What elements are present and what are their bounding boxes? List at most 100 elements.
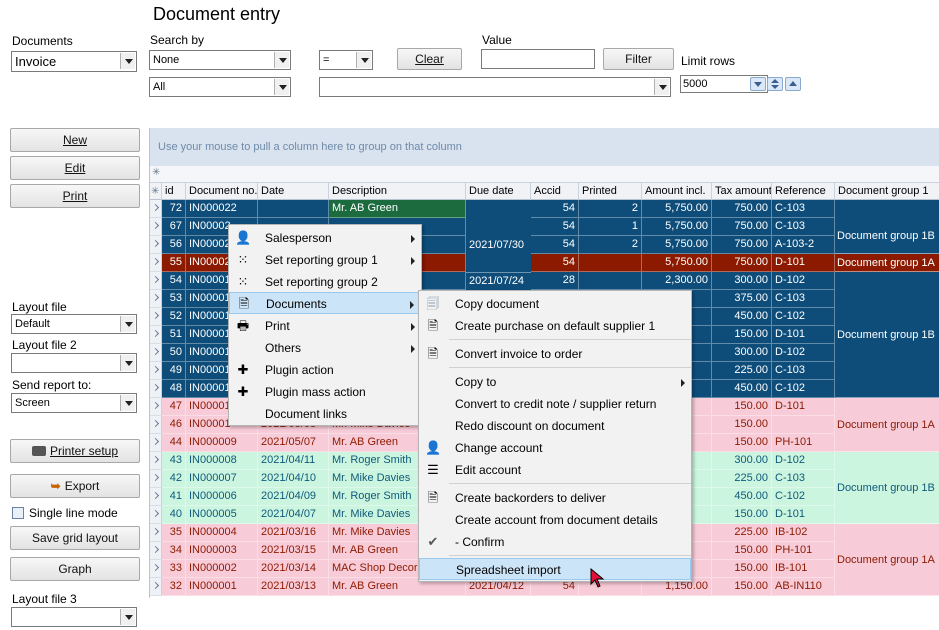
documents-select[interactable]: Invoice [11, 51, 137, 72]
layout-file3-select[interactable] [11, 607, 137, 627]
filter-row[interactable]: ✳ [150, 166, 939, 183]
limit-rows-down-icon[interactable] [750, 77, 766, 91]
row-selector[interactable] [150, 452, 162, 470]
export-button[interactable]: ➥ Export [10, 474, 140, 498]
row-selector[interactable] [150, 524, 162, 542]
menu-item-create-account-from-document[interactable]: Create account from document details [419, 509, 691, 531]
layout-file-select[interactable]: Default [11, 314, 137, 334]
menu-item-print[interactable]: 🖶 Print [229, 315, 421, 337]
row-selector[interactable] [150, 398, 162, 416]
header-id[interactable]: id [162, 183, 186, 200]
row-selector[interactable] [150, 344, 162, 362]
menu-item-documents[interactable]: 🗎 Documents [229, 292, 421, 314]
row-selector[interactable] [150, 218, 162, 236]
header-document-group-1[interactable]: Document group 1 [835, 183, 939, 200]
table-cell-tax: 450.00 [712, 488, 772, 506]
header-document-no[interactable]: Document no. [186, 183, 258, 200]
menu-item-create-backorders[interactable]: 🗎 Create backorders to deliver [419, 487, 691, 509]
row-selector[interactable] [150, 380, 162, 398]
row-selector[interactable] [150, 362, 162, 380]
filter-button[interactable]: Filter [603, 48, 674, 70]
header-reference[interactable]: Reference [772, 183, 835, 200]
row-selector[interactable] [150, 308, 162, 326]
edit-button[interactable]: Edit [10, 156, 140, 180]
row-selector[interactable] [150, 290, 162, 308]
dots-grid-icon: ⁙ [237, 274, 249, 289]
menu-item-plugin-mass-action[interactable]: ✚ Plugin mass action [229, 381, 421, 403]
value-input[interactable] [481, 49, 595, 69]
table-cell-date: 2021/05/07 [258, 434, 329, 452]
table-cell-accid: 54 [531, 218, 579, 236]
menu-item-others[interactable]: Others [229, 337, 421, 359]
menu-item-copy-to[interactable]: Copy to [419, 371, 691, 393]
value-select[interactable] [319, 77, 671, 97]
table-cell-id: 55 [162, 254, 186, 272]
documents-submenu[interactable]: 🗐 Copy document 🗎 Create purchase on def… [418, 290, 692, 582]
save-grid-layout-button[interactable]: Save grid layout [10, 526, 140, 550]
menu-item-redo-discount[interactable]: Redo discount on document [419, 415, 691, 437]
table-row[interactable]: 72 IN000022 Mr. AB Green 54 2 5,750.00 750.00 C… [150, 200, 939, 218]
menu-item-convert-to-credit-note[interactable]: Convert to credit note / supplier return [419, 393, 691, 415]
limit-rows-updown-icon[interactable] [767, 77, 783, 91]
row-selector[interactable] [150, 578, 162, 596]
search-by-select[interactable]: None [149, 50, 291, 70]
row-selector[interactable] [150, 488, 162, 506]
header-amount-incl[interactable]: Amount incl. [642, 183, 712, 200]
menu-item-change-account[interactable]: 👤 Change account [419, 437, 691, 459]
row-selector[interactable] [150, 506, 162, 524]
row-selector[interactable] [150, 236, 162, 254]
menu-item-set-reporting-group-2[interactable]: ⁙ Set reporting group 2 [229, 271, 421, 293]
menu-item-create-purchase[interactable]: 🗎 Create purchase on default supplier 1 [419, 315, 691, 337]
group-panel[interactable]: Use your mouse to pull a column here to … [150, 128, 939, 166]
header-accid[interactable]: Accid [531, 183, 579, 200]
single-line-mode-checkbox[interactable] [12, 507, 24, 519]
asterisk-icon: ✳ [151, 186, 160, 197]
operator-value: = [323, 54, 330, 66]
header-date[interactable]: Date [258, 183, 329, 200]
header-tax-amount[interactable]: Tax amount [712, 183, 772, 200]
row-selector[interactable] [150, 272, 162, 290]
header-select-all[interactable]: ✳ [150, 183, 162, 200]
table-cell-tax: 150.00 [712, 416, 772, 434]
layout-file2-select[interactable] [11, 353, 137, 373]
table-cell-docno: IN000003 [186, 542, 258, 560]
row-selector[interactable] [150, 200, 162, 218]
limit-rows-up-icon[interactable] [785, 77, 801, 91]
table-cell-id: 42 [162, 470, 186, 488]
operator-select[interactable]: = [319, 50, 373, 70]
row-selector[interactable] [150, 416, 162, 434]
menu-item-salesperson[interactable]: 👤 Salesperson [229, 227, 421, 249]
print-button[interactable]: Print [10, 184, 140, 208]
row-selector[interactable] [150, 434, 162, 452]
header-description[interactable]: Description [329, 183, 466, 200]
menu-item-convert-invoice-to-order[interactable]: 🗎 Convert invoice to order [419, 343, 691, 365]
menu-item-copy-document[interactable]: 🗐 Copy document [419, 293, 691, 315]
table-cell-amount: 5,750.00 [642, 236, 712, 254]
table-cell-date: 2021/04/09 [258, 488, 329, 506]
send-report-select[interactable]: Screen [11, 393, 137, 413]
table-cell-id: 51 [162, 326, 186, 344]
printer-setup-button[interactable]: Printer setup [10, 439, 140, 463]
clear-button[interactable]: Clear [397, 48, 462, 70]
row-selector[interactable] [150, 560, 162, 578]
row-selector[interactable] [150, 542, 162, 560]
due-date-cell: 2021/07/24 [466, 272, 531, 290]
context-menu[interactable]: 👤 Salesperson ⁙ Set reporting group 1 ⁙ … [228, 224, 422, 426]
row-selector[interactable] [150, 470, 162, 488]
new-button[interactable]: New [10, 128, 140, 152]
group-cell: Document group 1B [835, 452, 939, 524]
search-field-select[interactable]: All [149, 77, 291, 97]
table-cell-id: 67 [162, 218, 186, 236]
menu-item-set-reporting-group-1[interactable]: ⁙ Set reporting group 1 [229, 249, 421, 271]
menu-item-spreadsheet-import[interactable]: Spreadsheet import [419, 558, 691, 580]
row-selector[interactable] [150, 326, 162, 344]
menu-item-plugin-action[interactable]: ✚ Plugin action [229, 359, 421, 381]
row-selector[interactable] [150, 254, 162, 272]
graph-button[interactable]: Graph [10, 557, 140, 581]
table-cell-id: 34 [162, 542, 186, 560]
menu-item-document-links[interactable]: Document links [229, 403, 421, 425]
menu-item-confirm[interactable]: ✔ - Confirm [419, 531, 691, 553]
menu-item-edit-account[interactable]: ☰ Edit account [419, 459, 691, 481]
header-printed[interactable]: Printed [579, 183, 642, 200]
header-due-date[interactable]: Due date [466, 183, 531, 200]
